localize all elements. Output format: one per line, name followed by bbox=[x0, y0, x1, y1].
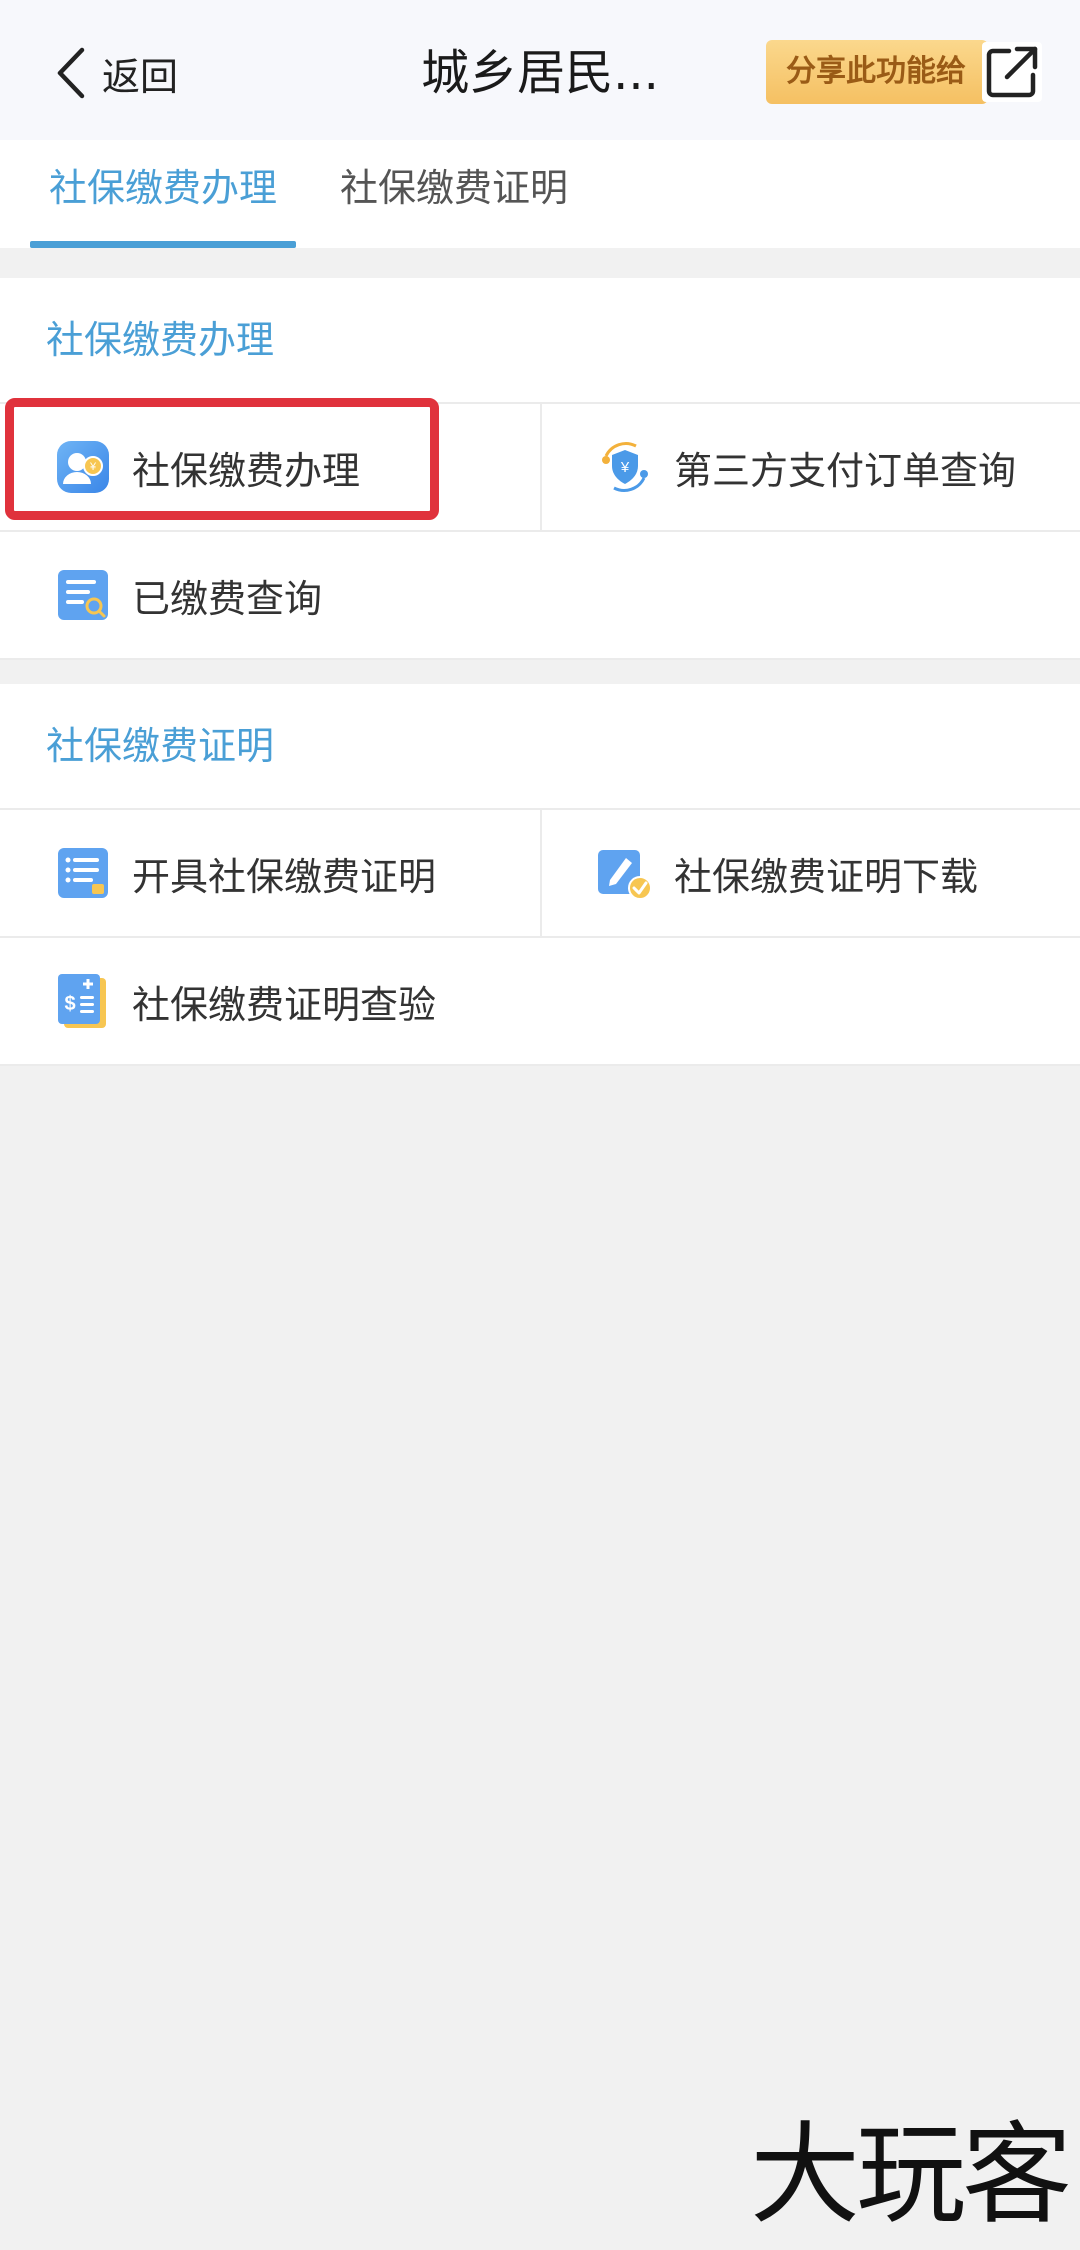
navigation-bar: 返回 城乡居民... 分享此功能给 bbox=[0, 0, 1080, 140]
invoice-dollar-icon: $ bbox=[54, 972, 112, 1030]
certificate-download-item[interactable]: 社保缴费证明下载 bbox=[540, 810, 1080, 936]
grid-row: 已缴费查询 bbox=[0, 532, 1080, 660]
document-search-icon bbox=[54, 566, 112, 624]
edit-check-icon bbox=[596, 844, 654, 902]
section-payment-processing: 社保缴费办理 ¥ 社保缴费办理 ¥ 第三方支付订单查询 已缴费查询 bbox=[0, 278, 1080, 660]
item-label: 社保缴费办理 bbox=[132, 448, 361, 493]
external-share-icon[interactable] bbox=[982, 42, 1042, 102]
paid-query-item[interactable]: 已缴费查询 bbox=[0, 532, 540, 658]
shield-yuan-icon: ¥ bbox=[596, 438, 654, 496]
item-label: 已缴费查询 bbox=[132, 576, 323, 621]
grid-row: $ 社保缴费证明查验 bbox=[0, 938, 1080, 1066]
grid-row: ¥ 社保缴费办理 ¥ 第三方支付订单查询 bbox=[0, 404, 1080, 532]
section-title: 社保缴费办理 bbox=[0, 278, 1080, 404]
certificate-verify-item[interactable]: $ 社保缴费证明查验 bbox=[0, 938, 540, 1064]
chevron-left-icon bbox=[54, 46, 88, 100]
page-title: 城乡居民... bbox=[421, 45, 659, 101]
person-yuan-icon: ¥ bbox=[54, 438, 112, 496]
item-label: 社保缴费证明下载 bbox=[674, 854, 979, 899]
back-button[interactable]: 返回 bbox=[54, 38, 178, 108]
tab-payment-certificate[interactable]: 社保缴费证明 bbox=[340, 140, 568, 248]
svg-text:¥: ¥ bbox=[620, 459, 630, 476]
svg-text:¥: ¥ bbox=[89, 461, 97, 473]
svg-text:$: $ bbox=[64, 993, 75, 1015]
section-title: 社保缴费证明 bbox=[0, 684, 1080, 810]
grid-row: 开具社保缴费证明 社保缴费证明下载 bbox=[0, 810, 1080, 938]
back-label: 返回 bbox=[102, 54, 179, 99]
issue-certificate-item[interactable]: 开具社保缴费证明 bbox=[0, 810, 540, 936]
payment-processing-item[interactable]: ¥ 社保缴费办理 bbox=[0, 404, 540, 530]
share-button[interactable]: 分享此功能给 bbox=[766, 40, 988, 104]
item-label: 第三方支付订单查询 bbox=[674, 448, 1017, 493]
section-payment-certificate: 社保缴费证明 开具社保缴费证明 社保缴费证明下载 $ 社保缴费证明查验 bbox=[0, 684, 1080, 1066]
third-party-order-query-item[interactable]: ¥ 第三方支付订单查询 bbox=[540, 404, 1080, 530]
item-label: 社保缴费证明查验 bbox=[132, 982, 437, 1027]
share-area: 分享此功能给 bbox=[766, 40, 1042, 104]
tab-bar: 社保缴费办理 社保缴费证明 bbox=[0, 140, 1080, 248]
watermark: 大玩客 bbox=[750, 2111, 1072, 2239]
tab-payment-processing[interactable]: 社保缴费办理 bbox=[30, 140, 296, 248]
item-label: 开具社保缴费证明 bbox=[132, 854, 437, 899]
list-document-icon bbox=[54, 844, 112, 902]
